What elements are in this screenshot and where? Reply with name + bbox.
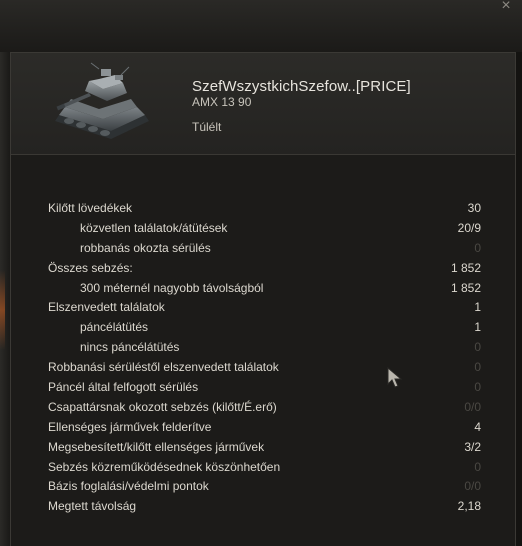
stat-row: közvetlen találatok/átütések 20/9 (11, 219, 515, 239)
stat-value: 0 (474, 340, 481, 355)
player-name: SzefWszystkichSzefow..[PRICE] (192, 78, 411, 95)
stat-value: 0 (474, 240, 481, 255)
stat-row: Ellenséges járművek felderítve 4 (11, 418, 515, 438)
stat-label: Összes sebzés: (48, 260, 133, 275)
stat-label: Sebzés közreműködésednek köszönhetően (48, 459, 281, 474)
stat-value: 0 (474, 459, 481, 474)
stat-label: Megsebesített/kilőtt ellenséges járművek (48, 439, 265, 454)
stat-label: robbanás okozta sérülés (80, 240, 211, 255)
stat-value: 1 852 (450, 260, 481, 275)
player-header: SzefWszystkichSzefow..[PRICE] AMX 13 90 … (11, 53, 515, 155)
mouse-cursor-icon (387, 367, 403, 388)
stat-row: Összes sebzés: 1 852 (11, 259, 515, 279)
stat-label: 300 méternél nagyobb távolságból (80, 280, 264, 295)
stat-row: Kilőtt lövedékek 30 (11, 199, 515, 219)
side-glow (0, 270, 5, 350)
stat-value: 1 852 (450, 280, 481, 295)
stat-value: 4 (474, 419, 481, 434)
stats-table: Kilőtt lövedékek 30 közvetlen találatok/át… (11, 199, 515, 517)
stat-label: Robbanási sérüléstől elszenvedett talála… (48, 360, 279, 375)
stat-row: páncélátütés 1 (11, 318, 515, 338)
player-stats-panel: SzefWszystkichSzefow..[PRICE] AMX 13 90 … (10, 52, 516, 546)
vehicle-name: AMX 13 90 (192, 95, 252, 109)
stat-row: Robbanási sérüléstől elszenvedett talála… (11, 358, 515, 378)
stat-label: Bázis foglalási/védelmi pontok (48, 479, 209, 494)
window-top-bar (0, 0, 522, 52)
stat-row: Csapattársnak okozott sebzés (kilőtt/É.e… (11, 398, 515, 418)
stat-value: 0/0 (464, 479, 481, 494)
stat-value: 1 (474, 300, 481, 315)
stat-label: Elszenvedett találatok (48, 300, 165, 315)
stat-label: közvetlen találatok/átütések (80, 220, 228, 235)
stat-row: Sebzés közreműködésednek köszönhetően 0 (11, 458, 515, 478)
stat-label: Ellenséges járművek felderítve (48, 419, 212, 434)
stat-value: 3/2 (464, 439, 481, 454)
stat-label: Páncél által felfogott sérülés (48, 380, 199, 395)
stat-value: 30 (467, 201, 481, 215)
stat-row: Elszenvedett találatok 1 (11, 298, 515, 318)
stat-value: 20/9 (457, 220, 481, 235)
results-window: × SzefWszystkichSzefow..[PRICE] AMX 13 9… (0, 0, 522, 546)
stat-label: Csapattársnak okozott sebzés (kilőtt/É.e… (48, 399, 277, 414)
stat-row: 300 méternél nagyobb távolságból 1 852 (11, 279, 515, 299)
stat-value: 1 (474, 320, 481, 335)
stat-row: robbanás okozta sérülés 0 (11, 239, 515, 259)
stat-row: Megtett távolság 2,18 (11, 497, 515, 517)
stat-label: nincs páncélátütés (80, 340, 180, 355)
stat-value: 0 (474, 380, 481, 395)
vehicle-status: Túlélt (192, 120, 222, 134)
stat-value: 2,18 (457, 499, 481, 514)
stat-row: Páncél által felfogott sérülés 0 (11, 378, 515, 398)
stat-value: 0/0 (464, 399, 481, 414)
stat-label: páncélátütés (80, 320, 149, 335)
stat-value: 0 (474, 360, 481, 375)
stat-row: Megsebesített/kilőtt ellenséges járművek… (11, 438, 515, 458)
stat-row: nincs páncélátütés 0 (11, 338, 515, 358)
close-icon[interactable]: × (498, 0, 514, 14)
stat-label: Kilőtt lövedékek (48, 201, 133, 215)
tank-image (55, 62, 149, 139)
stat-label: Megtett távolság (48, 499, 137, 514)
stat-row: Bázis foglalási/védelmi pontok 0/0 (11, 477, 515, 497)
